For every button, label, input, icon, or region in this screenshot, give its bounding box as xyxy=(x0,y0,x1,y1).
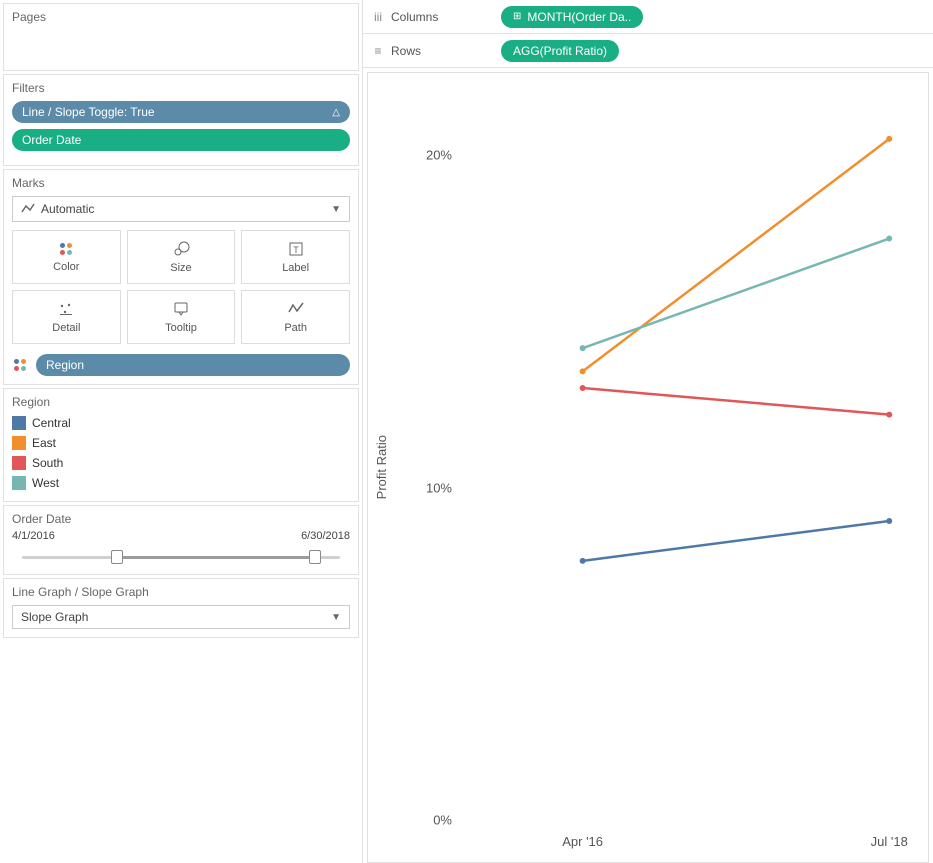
legend-item[interactable]: East xyxy=(12,433,350,453)
x-tick: Apr '16 xyxy=(562,834,603,849)
marks-region-pill-label: Region xyxy=(46,358,84,372)
marks-tooltip-button[interactable]: Tooltip xyxy=(127,290,236,344)
slider-handle-start[interactable] xyxy=(111,550,123,564)
delta-icon: △ xyxy=(332,107,340,118)
marks-type-value: Automatic xyxy=(41,202,94,216)
columns-label: Columns xyxy=(391,10,438,24)
marks-label-label: Label xyxy=(282,262,309,274)
rows-label: Rows xyxy=(391,44,421,58)
series-point[interactable] xyxy=(886,136,892,142)
marks-color-button[interactable]: Color xyxy=(12,230,121,284)
marks-path-label: Path xyxy=(284,322,307,334)
series-point[interactable] xyxy=(886,236,892,242)
columns-pill-label: MONTH(Order Da.. xyxy=(527,10,631,24)
marks-detail-label: Detail xyxy=(52,322,80,334)
plus-icon: ⊞ xyxy=(513,11,521,22)
detail-icon xyxy=(57,300,75,318)
legend-swatch xyxy=(12,416,26,430)
chart: Profit Ratio 0%10%20% Apr '16Jul '18 xyxy=(367,72,929,863)
filter-pill-toggle-label: Line / Slope Toggle: True xyxy=(22,105,155,119)
color-icon xyxy=(12,357,28,373)
columns-pill[interactable]: ⊞ MONTH(Order Da.. xyxy=(501,6,643,28)
date-slider[interactable] xyxy=(22,548,340,566)
legend-swatch xyxy=(12,456,26,470)
marks-card: Marks Automatic ▼ Color Size T xyxy=(3,169,359,385)
x-tick: Jul '18 xyxy=(871,834,908,849)
chevron-down-icon: ▼ xyxy=(331,612,341,623)
orderdate-card: Order Date 4/1/2016 6/30/2018 xyxy=(3,505,359,575)
marks-type-select[interactable]: Automatic ▼ xyxy=(12,196,350,222)
param-select[interactable]: Slope Graph ▼ xyxy=(12,605,350,629)
legend-item[interactable]: West xyxy=(12,473,350,493)
series-line[interactable] xyxy=(583,521,890,561)
columns-shelf[interactable]: iii Columns ⊞ MONTH(Order Da.. xyxy=(363,0,933,34)
series-point[interactable] xyxy=(580,345,586,351)
label-icon: T xyxy=(287,240,305,258)
filter-pill-orderdate[interactable]: Order Date xyxy=(12,129,350,151)
series-point[interactable] xyxy=(580,368,586,374)
legend-label: West xyxy=(32,476,59,490)
marks-tooltip-label: Tooltip xyxy=(165,322,197,334)
svg-text:T: T xyxy=(293,245,299,255)
marks-detail-button[interactable]: Detail xyxy=(12,290,121,344)
rows-pill-label: AGG(Profit Ratio) xyxy=(513,44,607,58)
series-line[interactable] xyxy=(583,388,890,415)
filters-title: Filters xyxy=(12,81,350,95)
marks-region-pill[interactable]: Region xyxy=(36,354,350,376)
param-card: Line Graph / Slope Graph Slope Graph ▼ xyxy=(3,578,359,638)
legend-item[interactable]: South xyxy=(12,453,350,473)
y-tick: 20% xyxy=(402,148,452,163)
color-icon xyxy=(58,241,74,257)
legend-label: Central xyxy=(32,416,71,430)
series-point[interactable] xyxy=(580,558,586,564)
marks-size-label: Size xyxy=(170,262,191,274)
legend-item[interactable]: Central xyxy=(12,413,350,433)
legend-swatch xyxy=(12,436,26,450)
rows-icon: ≡ xyxy=(371,44,385,58)
date-to: 6/30/2018 xyxy=(301,530,350,542)
marks-label-button[interactable]: T Label xyxy=(241,230,350,284)
automatic-line-icon xyxy=(21,202,35,216)
filter-pill-toggle[interactable]: Line / Slope Toggle: True △ xyxy=(12,101,350,123)
series-point[interactable] xyxy=(886,518,892,524)
filter-pill-orderdate-label: Order Date xyxy=(22,133,81,147)
legend-card: Region Central East South West xyxy=(3,388,359,502)
legend-swatch xyxy=(12,476,26,490)
rows-pill[interactable]: AGG(Profit Ratio) xyxy=(501,40,619,62)
pages-card: Pages xyxy=(3,3,359,71)
chevron-down-icon: ▼ xyxy=(331,204,341,215)
filters-card: Filters Line / Slope Toggle: True △ Orde… xyxy=(3,74,359,166)
size-icon xyxy=(172,240,190,258)
path-icon xyxy=(287,300,305,318)
marks-title: Marks xyxy=(12,176,350,190)
orderdate-title: Order Date xyxy=(12,512,350,526)
rows-shelf[interactable]: ≡ Rows AGG(Profit Ratio) xyxy=(363,34,933,68)
y-axis-label: Profit Ratio xyxy=(374,435,389,499)
legend-title: Region xyxy=(12,395,350,409)
y-tick: 10% xyxy=(402,480,452,495)
marks-size-button[interactable]: Size xyxy=(127,230,236,284)
marks-path-button[interactable]: Path xyxy=(241,290,350,344)
legend-label: South xyxy=(32,456,63,470)
series-point[interactable] xyxy=(886,412,892,418)
columns-icon: iii xyxy=(371,10,385,24)
date-from: 4/1/2016 xyxy=(12,530,55,542)
param-title: Line Graph / Slope Graph xyxy=(12,585,350,599)
marks-color-label: Color xyxy=(53,261,79,273)
tooltip-icon xyxy=(172,300,190,318)
slider-handle-end[interactable] xyxy=(309,550,321,564)
legend-label: East xyxy=(32,436,56,450)
pages-title: Pages xyxy=(12,10,350,24)
param-value: Slope Graph xyxy=(21,610,88,624)
series-point[interactable] xyxy=(580,385,586,391)
